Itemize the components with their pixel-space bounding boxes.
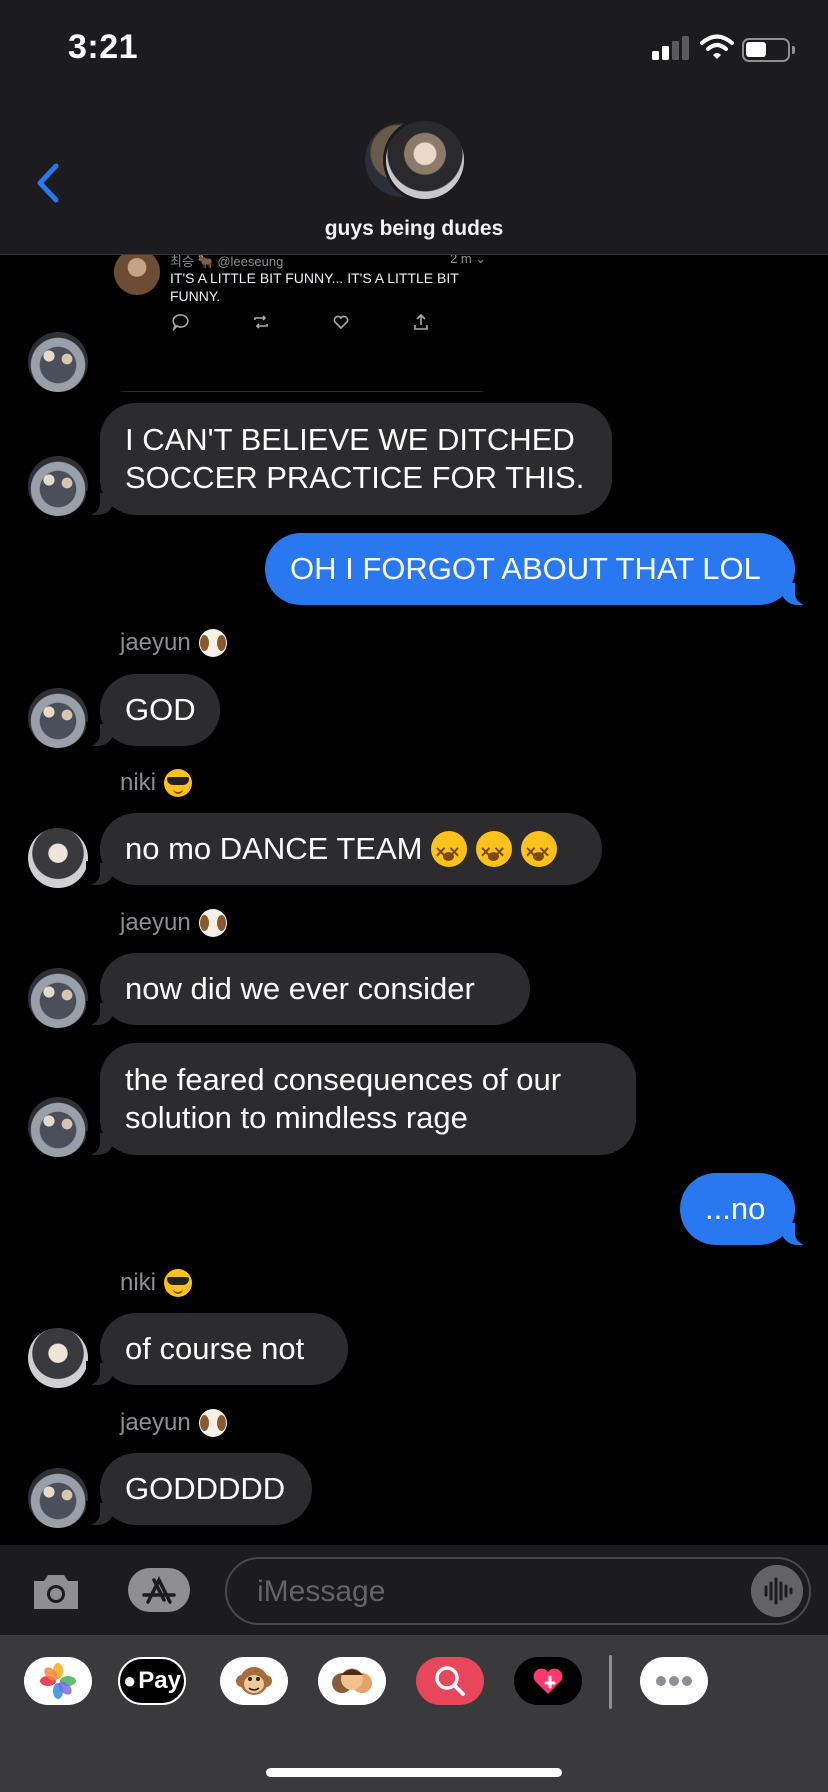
- group-avatar-primary[interactable]: [383, 118, 467, 202]
- apple-pay-label: Pay: [138, 1667, 181, 1694]
- sender-avatar-jaeyun[interactable]: [28, 456, 88, 516]
- dog-face-icon: [198, 629, 227, 657]
- message-bubble-incoming[interactable]: GOD: [86, 674, 220, 746]
- sender-name-text: niki: [120, 769, 157, 796]
- message-text: the feared consequences of our solution …: [125, 1062, 562, 1135]
- message-bubble-incoming[interactable]: the feared consequences of our solution …: [86, 1043, 636, 1155]
- sender-name: jaeyun: [120, 629, 227, 657]
- home-indicator[interactable]: [266, 1768, 562, 1777]
- message-bubble-outgoing[interactable]: OH I FORGOT ABOUT THAT LOL: [265, 533, 809, 605]
- dog-face-icon: [198, 1409, 227, 1437]
- group-name[interactable]: guys being dudes: [0, 217, 828, 241]
- wifi-icon: [700, 34, 734, 59]
- message-text: of course not: [125, 1331, 305, 1366]
- more-icon: [656, 1676, 692, 1686]
- tweet-time: 2 m ⌄: [450, 255, 487, 266]
- message-text: no mo DANCE TEAM: [125, 831, 423, 866]
- camera-icon[interactable]: [30, 1571, 82, 1611]
- sender-name-text: niki: [120, 1269, 157, 1296]
- message-text: now did we ever consider: [125, 971, 475, 1006]
- photos-icon: [40, 1663, 76, 1699]
- apple-pay-app-button[interactable]: ● Pay: [118, 1657, 186, 1705]
- tweet-preview[interactable]: 최승 🐂 @leeseung 2 m ⌄ IT'S A LITTLE BIT F…: [100, 255, 504, 391]
- sender-name: niki: [120, 769, 193, 797]
- message-bubble-incoming[interactable]: of course not: [86, 1313, 348, 1385]
- audio-wave-icon[interactable]: [751, 1565, 803, 1617]
- sunglasses-face-icon: [164, 769, 193, 797]
- dizzy-face-icon: [431, 831, 468, 871]
- like-icon: [332, 313, 350, 331]
- sender-name-text: jaeyun: [120, 1409, 191, 1436]
- message-bubble-incoming[interactable]: GODDDDD: [86, 1453, 312, 1525]
- status-time: 3:21: [68, 28, 139, 66]
- tweet-actions: [172, 313, 452, 333]
- sender-avatar-niki[interactable]: [28, 1328, 88, 1388]
- sender-name-text: jaeyun: [120, 909, 191, 936]
- dog-face-icon: [198, 909, 227, 937]
- sender-avatar-jaeyun[interactable]: [28, 1097, 88, 1157]
- dizzy-face-icon: [476, 831, 513, 871]
- digital-touch-icon: [533, 1668, 563, 1694]
- battery-icon: [742, 38, 795, 62]
- photos-app-button[interactable]: [24, 1657, 92, 1705]
- sender-name-text: jaeyun: [120, 629, 191, 656]
- dizzy-face-icon: [521, 831, 558, 871]
- sender-avatar-jaeyun[interactable]: [28, 968, 88, 1028]
- drawer-divider: [609, 1655, 612, 1709]
- compose-bar: iMessage: [0, 1545, 828, 1635]
- sender-name: jaeyun: [120, 1409, 227, 1437]
- message-bubble-outgoing[interactable]: ...no: [680, 1173, 809, 1245]
- app-store-icon[interactable]: [126, 1566, 192, 1614]
- message-text: GOD: [125, 692, 196, 727]
- message-bubble-incoming[interactable]: no mo DANCE TEAM: [86, 813, 602, 885]
- tweet-avatar: [114, 255, 160, 295]
- message-text: OH I FORGOT ABOUT THAT LOL: [290, 551, 761, 586]
- digital-touch-app-button[interactable]: [514, 1657, 582, 1705]
- tweet-handle: 최승 🐂 @leeseung: [170, 255, 284, 269]
- message-input-placeholder: iMessage: [257, 1575, 386, 1608]
- conversation-header: 3:21 guys being dudes: [0, 0, 828, 255]
- more-apps-button[interactable]: [640, 1657, 708, 1705]
- memoji-app-button[interactable]: [318, 1657, 386, 1705]
- tweet-text: IT'S A LITTLE BIT FUNNY... IT'S A LITTLE…: [170, 270, 459, 304]
- message-bubble-incoming[interactable]: now did we ever consider: [86, 953, 530, 1025]
- cellular-signal-icon: [652, 36, 690, 60]
- sender-name: jaeyun: [120, 909, 227, 937]
- search-images-icon: [435, 1666, 465, 1696]
- app-drawer: ● Pay: [0, 1635, 828, 1792]
- sender-name: niki: [120, 1269, 193, 1297]
- sender-avatar-jaeyun[interactable]: [28, 688, 88, 748]
- animoji-app-button[interactable]: [220, 1657, 288, 1705]
- message-text: I CAN'T BELIEVE WE DITCHED SOCCER PRACTI…: [125, 422, 585, 495]
- sender-avatar-jaeyun[interactable]: [28, 332, 88, 392]
- share-icon: [412, 313, 430, 331]
- apple-pay-icon: ●: [123, 1668, 137, 1693]
- sender-avatar-niki[interactable]: [28, 828, 88, 888]
- message-text: GODDDDD: [125, 1471, 286, 1506]
- message-input[interactable]: iMessage: [225, 1557, 811, 1625]
- sender-avatar-jaeyun[interactable]: [28, 1468, 88, 1528]
- retweet-icon: [252, 313, 270, 331]
- reply-icon: [172, 313, 190, 332]
- message-bubble-incoming[interactable]: I CAN'T BELIEVE WE DITCHED SOCCER PRACTI…: [86, 403, 612, 515]
- monkey-icon: [236, 1667, 272, 1695]
- message-text: ...no: [705, 1191, 766, 1226]
- chevron-left-icon[interactable]: [30, 158, 70, 208]
- memoji-icon: [332, 1668, 372, 1693]
- image-search-app-button[interactable]: [416, 1657, 484, 1705]
- sunglasses-face-icon: [164, 1269, 193, 1297]
